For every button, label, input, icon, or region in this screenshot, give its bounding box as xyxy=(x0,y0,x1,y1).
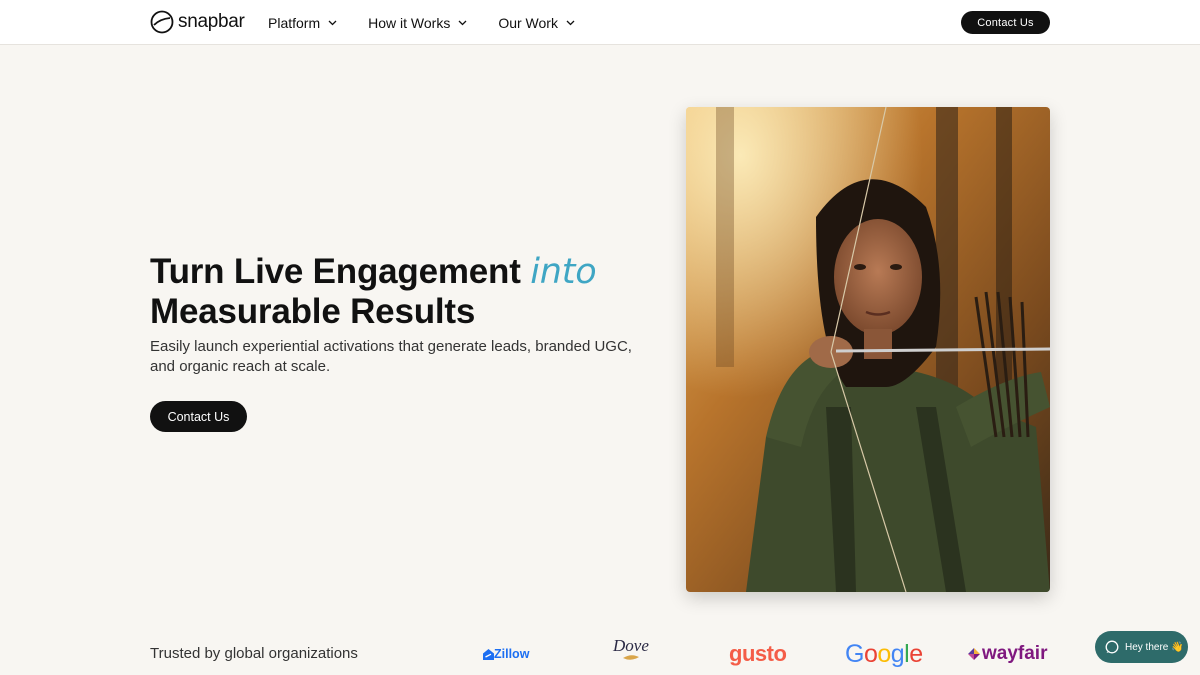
hero-title-part1: Turn Live Engagement xyxy=(150,252,531,291)
header-contact-button[interactable]: Contact Us xyxy=(961,11,1050,34)
chat-bubble-icon xyxy=(1105,640,1119,654)
nav-how-it-works[interactable]: How it Works xyxy=(368,15,467,31)
nav-our-work-label: Our Work xyxy=(498,14,558,31)
google-letter: G xyxy=(845,639,864,668)
nav-how-it-works-label: How it Works xyxy=(368,14,451,31)
google-logo: Google xyxy=(845,638,923,670)
google-letter: o xyxy=(877,639,891,668)
chevron-down-icon xyxy=(328,20,337,25)
google-letter: e xyxy=(909,639,923,668)
chat-launcher[interactable]: Hey there 👋 xyxy=(1095,631,1188,663)
nav-platform-label: Platform xyxy=(268,14,321,31)
dove-logo: Dove xyxy=(613,636,649,670)
hero-contact-button[interactable]: Contact Us xyxy=(150,401,247,432)
zillow-house-icon xyxy=(483,648,494,660)
gusto-logo: gusto xyxy=(729,641,787,666)
wayfair-wordmark: wayfair xyxy=(982,643,1048,664)
chevron-down-icon xyxy=(566,20,575,25)
google-letter: g xyxy=(890,639,905,668)
archer-photo xyxy=(686,107,1050,592)
wayfair-logo: wayfair xyxy=(968,638,1047,670)
wayfair-pinwheel-icon xyxy=(968,648,980,660)
chat-label: Hey there 👋 xyxy=(1125,641,1184,653)
chevron-down-icon xyxy=(458,20,467,25)
zillow-logo: Zillow xyxy=(483,638,529,670)
hero-subtitle: Easily launch experiential activations t… xyxy=(150,338,632,375)
trusted-label: Trusted by global organizations xyxy=(150,645,358,662)
brand-name: snapbar xyxy=(178,11,245,32)
logo[interactable]: snapbar xyxy=(150,10,245,34)
zillow-wordmark: Zillow xyxy=(494,647,530,661)
hero-title: Turn Live Engagement into Measurable Resu… xyxy=(150,252,670,332)
hero-image xyxy=(686,107,1050,592)
main-nav: Platform How it Works Our Work xyxy=(268,0,606,45)
dove-wordmark: Dove xyxy=(613,636,649,655)
google-letter: o xyxy=(863,639,878,668)
hero-title-accent: into xyxy=(530,252,597,292)
hero-title-part2: Measurable Results xyxy=(150,292,476,331)
site-header: snapbar Platform How it Works Our Work C… xyxy=(0,0,1200,45)
dove-bird-icon xyxy=(622,655,639,660)
nav-our-work[interactable]: Our Work xyxy=(498,15,575,31)
nav-platform[interactable]: Platform xyxy=(268,15,337,31)
snapbar-logo-icon xyxy=(150,10,174,34)
